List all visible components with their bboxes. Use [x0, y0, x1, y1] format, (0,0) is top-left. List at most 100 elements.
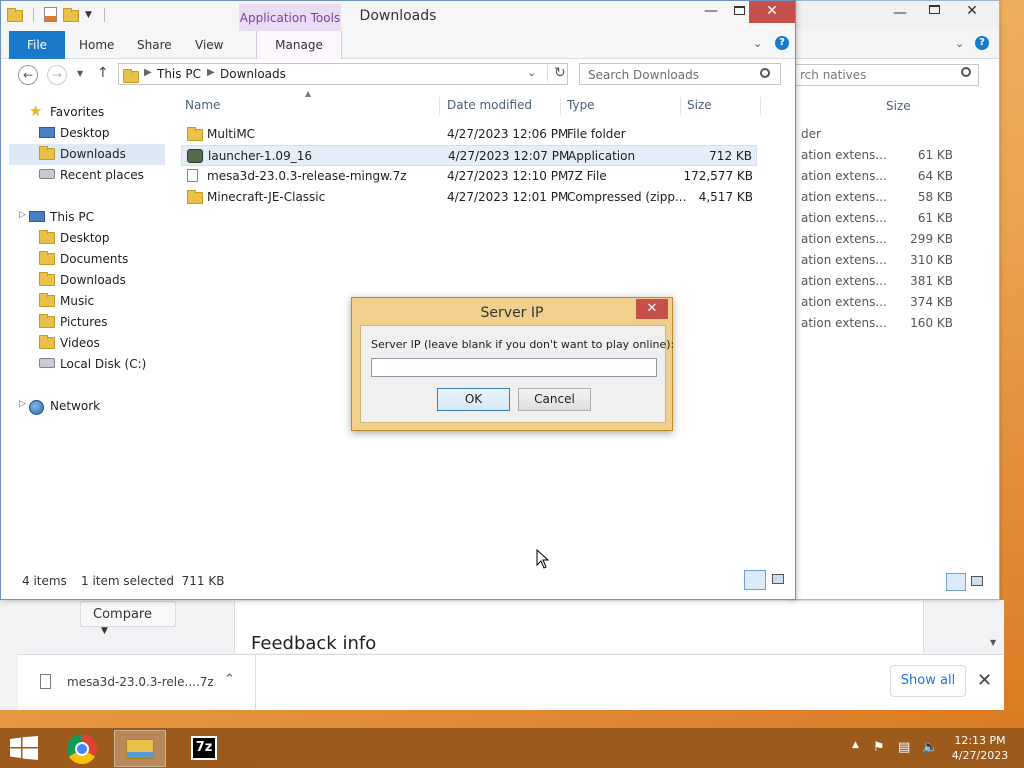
show-all-button[interactable]: Show all	[890, 665, 966, 697]
file-row[interactable]: Minecraft-JE-Classic 4/27/2023 12:01 PM Co…	[181, 187, 757, 208]
details-view-icon[interactable]	[744, 570, 766, 590]
cancel-button[interactable]: Cancel	[518, 388, 591, 411]
search-input[interactable]: Search Downloads	[579, 63, 781, 85]
zip-folder-icon	[187, 190, 203, 204]
forward-icon[interactable]: →	[47, 65, 67, 85]
dialog-body: Server IP (leave blank if you don't want…	[360, 325, 674, 423]
nav-pc-documents[interactable]: Documents	[9, 249, 165, 270]
up-arrow-icon[interactable]: ↑	[97, 65, 109, 81]
date-column-header[interactable]: Date modified	[447, 98, 532, 118]
chrome-taskbar-button[interactable]	[56, 730, 108, 767]
help-icon[interactable]: ?	[775, 36, 789, 50]
folder-icon	[123, 68, 139, 83]
nav-fav-desktop[interactable]: Desktop	[9, 123, 165, 144]
tab-file[interactable]: File	[9, 31, 65, 59]
back-file-row[interactable]: ation extens... 58 KB	[791, 190, 999, 211]
nav-label: Documents	[60, 252, 129, 266]
back-file-row[interactable]: ation extens... 299 KB	[791, 232, 999, 253]
nav-pc-downloads[interactable]: Downloads	[9, 270, 165, 291]
nav-fav-recent-places[interactable]: Recent places	[9, 165, 165, 186]
tab-manage[interactable]: Manage	[256, 31, 342, 59]
file-size: 310 KB	[910, 253, 953, 267]
file-icon	[187, 169, 198, 182]
large-icons-view-icon[interactable]	[772, 574, 784, 584]
file-row[interactable]: launcher-1.09_16 4/27/2023 12:07 PM Applic…	[181, 145, 757, 166]
back-file-row[interactable]: ation extens... 381 KB	[791, 274, 999, 295]
dialog-close-button[interactable]: ✕	[636, 299, 668, 319]
close-icon[interactable]: ✕	[977, 670, 992, 691]
nav-pc-local-disk[interactable]: Local Disk (C:)	[9, 354, 165, 375]
7zip-taskbar-button[interactable]: 7z	[178, 730, 230, 767]
compare-button[interactable]: Compare ▼	[80, 601, 176, 636]
chevron-down-icon[interactable]: ⌄	[955, 37, 964, 50]
address-bar[interactable]: ▶ This PC ▶ Downloads ⌄ ↻	[118, 63, 568, 85]
size-column-header[interactable]: Size	[687, 98, 712, 118]
selection-info: 1 item selected 711 KB	[81, 574, 225, 588]
chevron-down-icon[interactable]: ⌄	[753, 37, 762, 50]
close-button[interactable]: ✕	[949, 1, 995, 22]
type-column-header[interactable]: Type	[567, 98, 595, 118]
server-ip-input[interactable]	[371, 358, 657, 377]
nav-label: This PC	[50, 210, 94, 224]
maximize-icon[interactable]	[929, 5, 940, 14]
tab-share[interactable]: Share	[125, 31, 184, 59]
search-placeholder: Search Downloads	[588, 68, 699, 82]
chevron-up-icon[interactable]: ⌃	[224, 672, 235, 687]
back-file-row[interactable]: ation extens... 64 KB	[791, 169, 999, 190]
breadcrumb-downloads[interactable]: Downloads	[220, 67, 286, 81]
file-name: launcher-1.09_16	[208, 149, 312, 163]
refresh-icon[interactable]: ↻	[547, 65, 566, 81]
name-column-header[interactable]: Name	[185, 98, 220, 118]
action-center-flag-icon[interactable]: ⚑	[873, 740, 885, 755]
close-button[interactable]: ✕	[749, 1, 795, 23]
file-row[interactable]: MultiMC 4/27/2023 12:06 PM File folder	[181, 124, 757, 145]
nav-this-pc[interactable]: ▷ This PC	[9, 207, 165, 228]
back-icon[interactable]: ←	[18, 65, 38, 85]
details-view-icon[interactable]	[946, 573, 966, 591]
large-icons-view-icon[interactable]	[971, 576, 983, 586]
scroll-down-arrow-icon[interactable]: ▼	[990, 638, 996, 647]
nav-fav-downloads[interactable]: Downloads	[9, 144, 165, 165]
back-file-row[interactable]: ation extens... 310 KB	[791, 253, 999, 274]
system-clock[interactable]: 12:13 PM 4/27/2023	[950, 733, 1010, 763]
clock-time: 12:13 PM	[954, 734, 1006, 747]
minimize-icon[interactable]: —	[697, 1, 725, 23]
back-file-row[interactable]: ation extens... 61 KB	[791, 148, 999, 169]
nav-pc-music[interactable]: Music	[9, 291, 165, 312]
nav-pc-desktop[interactable]: Desktop	[9, 228, 165, 249]
network-icon	[29, 400, 44, 415]
address-dropdown-icon[interactable]: ⌄	[527, 66, 536, 79]
help-icon[interactable]: ?	[975, 36, 989, 50]
tab-home[interactable]: Home	[67, 31, 126, 59]
tab-view[interactable]: View	[183, 31, 235, 59]
nav-pc-pictures[interactable]: Pictures	[9, 312, 165, 333]
back-file-row[interactable]: ation extens... 374 KB	[791, 295, 999, 316]
size-column-header[interactable]: Size	[886, 99, 911, 113]
ok-button[interactable]: OK	[437, 388, 510, 411]
file-size: 64 KB	[917, 169, 953, 183]
nav-pc-videos[interactable]: Videos	[9, 333, 165, 354]
file-name: mesa3d-23.0.3-release-mingw.7z	[207, 169, 407, 183]
volume-muted-icon[interactable]: 🔈	[922, 740, 938, 755]
file-type: Compressed (zipp...	[567, 190, 687, 204]
breadcrumb-this-pc[interactable]: This PC	[157, 67, 201, 81]
network-status-icon[interactable]: ▤	[898, 740, 910, 755]
search-input[interactable]: rch natives	[793, 64, 979, 86]
nav-network[interactable]: ▷ Network	[9, 396, 165, 417]
search-placeholder: rch natives	[800, 68, 867, 82]
folder-icon	[187, 127, 203, 141]
file-explorer-taskbar-button[interactable]	[114, 730, 166, 767]
back-file-row[interactable]: ation extens... 61 KB	[791, 211, 999, 232]
file-date: 4/27/2023 12:10 PM	[447, 169, 569, 183]
file-size: 712 KB	[709, 149, 752, 163]
minimize-icon[interactable]: —	[893, 5, 907, 21]
nav-favorites[interactable]: ★ Favorites	[9, 102, 165, 123]
recent-locations-icon[interactable]: ▼	[77, 69, 83, 78]
windows-start-icon[interactable]	[10, 736, 38, 760]
show-hidden-icons-icon[interactable]: ▲	[852, 740, 859, 750]
back-file-row[interactable]: der	[791, 127, 999, 148]
file-row[interactable]: mesa3d-23.0.3-release-mingw.7z 4/27/2023 …	[181, 166, 757, 187]
back-file-row[interactable]: ation extens... 160 KB	[791, 316, 999, 337]
file-size: 58 KB	[917, 190, 953, 204]
dropdown-arrow-icon: ▼	[101, 626, 108, 636]
